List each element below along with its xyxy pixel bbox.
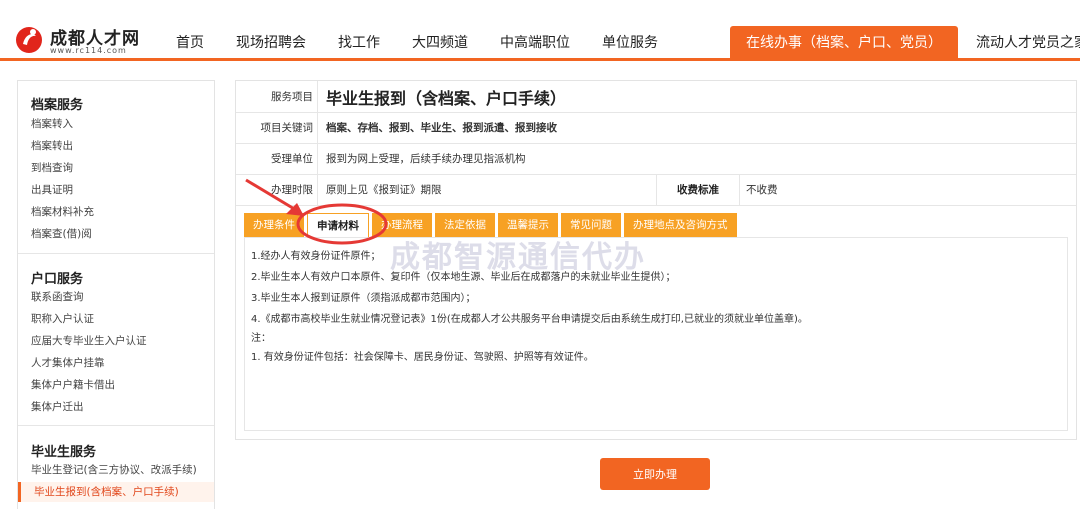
sidebar-item[interactable]: 集体户户籍卡借出 (31, 377, 115, 392)
material-note: 1. 有效身份证件包括：社会保障卡、居民身份证、驾驶照、护照等有效证件。 (251, 352, 594, 363)
header-divider (0, 58, 1080, 61)
tab-tips[interactable]: 温馨提示 (498, 213, 558, 237)
tab-conditions[interactable]: 办理条件 (244, 213, 304, 237)
materials-panel: 1.经办人有效身份证件原件； 2.毕业生本人有效户口本原件、复印件（仅本地生源、… (244, 237, 1068, 431)
time-label: 办理时限 (236, 174, 318, 205)
nav-party-home[interactable]: 流动人才党员之家 (958, 26, 1080, 58)
site-header: 成都人才网 www.rc114.com 首页 现场招聘会 找工作 大四频道 中高… (0, 0, 1080, 58)
sidebar-item[interactable]: 人才集体户挂靠 (31, 355, 105, 370)
apply-now-button[interactable]: 立即办理 (600, 458, 710, 490)
nav-home[interactable]: 首页 (160, 26, 220, 58)
tab-location-contact[interactable]: 办理地点及咨询方式 (624, 213, 737, 237)
sidebar-item-active[interactable]: 毕业生报到(含档案、户口手续) (18, 482, 214, 502)
sidebar-group-title-graduate: 毕业生服务 (31, 445, 97, 460)
fee-label: 收费标准 (656, 174, 740, 205)
row-keywords: 项目关键词 档案、存档、报到、毕业生、报到派遣、报到接收 (236, 112, 1076, 144)
sidebar-item[interactable]: 到档查询 (31, 160, 73, 175)
service-title: 毕业生报到（含档案、户口手续） (326, 88, 567, 108)
material-line: 2.毕业生本人有效户口本原件、复印件（仅本地生源、毕业后在成都落户的未就业毕业生… (251, 272, 676, 283)
sidebar: 档案服务 档案转入 档案转出 到档查询 出具证明 档案材料补充 档案查(借)阅 … (17, 80, 215, 509)
keywords-value: 档案、存档、报到、毕业生、报到派遣、报到接收 (326, 122, 557, 134)
tab-process[interactable]: 办理流程 (372, 213, 432, 237)
material-line: 3.毕业生本人报到证原件（须指派成都市范围内）； (251, 293, 476, 304)
logo-url: www.rc114.com (50, 46, 127, 55)
tab-materials[interactable]: 申请材料 (307, 213, 369, 238)
sidebar-divider (18, 425, 214, 426)
unit-label: 受理单位 (236, 143, 318, 174)
row-service: 服务项目 毕业生报到（含档案、户口手续） (236, 81, 1076, 113)
service-label: 服务项目 (236, 81, 318, 112)
material-note-label: 注： (251, 333, 271, 344)
time-value: 原则上见《报到证》期限 (326, 184, 442, 196)
sidebar-group-title-hukou: 户口服务 (31, 272, 84, 287)
nav-find-job[interactable]: 找工作 (322, 26, 396, 58)
nav-online-affairs[interactable]: 在线办事（档案、户口、党员） (730, 26, 958, 58)
material-line: 1.经办人有效身份证件原件； (251, 251, 381, 262)
material-line: 4.《成都市高校毕业生就业情况登记表》1份(在成都人才公共服务平台申请提交后由系… (251, 314, 808, 325)
sidebar-item[interactable]: 档案查(借)阅 (31, 226, 92, 241)
nav-job-fair[interactable]: 现场招聘会 (220, 26, 322, 58)
fee-value: 不收费 (746, 184, 778, 196)
sidebar-item[interactable]: 联系函查询 (31, 289, 84, 304)
nav-senior-channel[interactable]: 大四频道 (396, 26, 484, 58)
row-unit: 受理单位 报到为网上受理，后续手续办理见指派机构 (236, 143, 1076, 175)
sidebar-item[interactable]: 毕业生登记(含三方协议、改派手续) (31, 462, 197, 477)
nav-high-end-jobs[interactable]: 中高端职位 (484, 26, 586, 58)
sidebar-item[interactable]: 应届大专毕业生入户认证 (31, 333, 147, 348)
site-logo[interactable]: 成都人才网 www.rc114.com (14, 18, 164, 58)
sidebar-item[interactable]: 档案转入 (31, 116, 73, 131)
sidebar-divider (18, 253, 214, 254)
nav-employer-service[interactable]: 单位服务 (586, 26, 674, 58)
sidebar-item[interactable]: 出具证明 (31, 182, 73, 197)
sidebar-item[interactable]: 档案材料补充 (31, 204, 94, 219)
tab-faq[interactable]: 常见问题 (561, 213, 621, 237)
unit-value: 报到为网上受理，后续手续办理见指派机构 (326, 153, 526, 165)
keywords-label: 项目关键词 (236, 112, 318, 143)
sidebar-item[interactable]: 档案转出 (31, 138, 73, 153)
logo-mark-icon (16, 27, 42, 53)
sidebar-group-title-archive: 档案服务 (31, 98, 84, 113)
row-time-fee: 办理时限 原则上见《报到证》期限 收费标准 不收费 (236, 174, 1076, 206)
tab-legal-basis[interactable]: 法定依据 (435, 213, 495, 237)
detail-tabs: 办理条件 申请材料 办理流程 法定依据 温馨提示 常见问题 办理地点及咨询方式 (244, 213, 740, 238)
sidebar-item[interactable]: 职称入户认证 (31, 311, 94, 326)
sidebar-item[interactable]: 集体户迁出 (31, 399, 84, 414)
main-nav: 首页 现场招聘会 找工作 大四频道 中高端职位 单位服务 在线办事（档案、户口、… (160, 26, 1080, 58)
